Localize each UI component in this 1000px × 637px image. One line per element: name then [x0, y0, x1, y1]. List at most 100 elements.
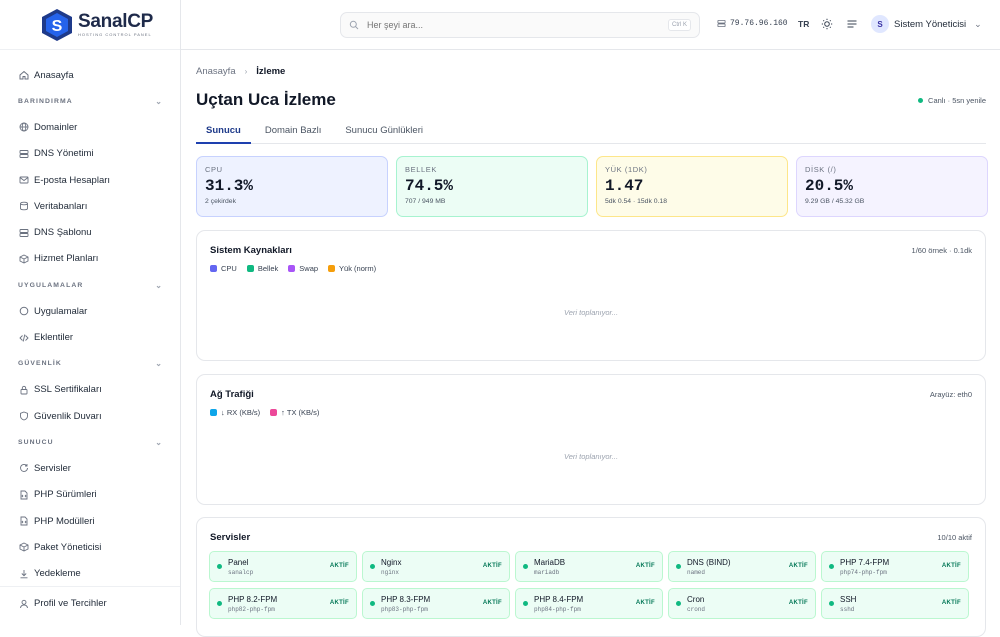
section-label: BARINDIRMA	[18, 97, 73, 105]
service-item[interactable]: PHP 8.2-FPM php82-php-fpm AKTİF	[209, 588, 357, 619]
server-icon	[19, 228, 29, 238]
section-label: UYGULAMALAR	[18, 281, 84, 289]
tab-logs[interactable]: Sunucu Günlükleri	[335, 122, 433, 144]
server-icon	[19, 149, 29, 159]
service-item[interactable]: PHP 7.4-FPM php74-php-fpm AKTİF	[821, 551, 969, 582]
legend-item[interactable]: ↓ RX (KB/s)	[210, 408, 260, 417]
status-dot-icon	[523, 564, 528, 569]
legend-item[interactable]: ↑ TX (KB/s)	[270, 408, 319, 417]
menu-icon[interactable]	[846, 18, 858, 30]
service-name: Panel	[228, 557, 249, 567]
status-badge: AKTİF	[788, 600, 808, 606]
service-item[interactable]: PHP 8.4-FPM php84-php-fpm AKTİF	[515, 588, 663, 619]
stat-card-load: YÜK (1DK) 1.47 5dk 0.54 · 15dk 0.18	[596, 156, 788, 217]
user-menu[interactable]: S Sistem Yöneticisi ⌄	[871, 15, 982, 33]
legend-label: Swap	[299, 264, 319, 273]
breadcrumb-home[interactable]: Anasayfa	[196, 66, 236, 77]
legend-label: ↑ TX (KB/s)	[281, 408, 320, 417]
legend-item[interactable]: Bellek	[246, 264, 278, 273]
sidebar-item-packages[interactable]: Paket Yöneticisi	[0, 534, 180, 560]
section-security[interactable]: GÜVENLİK ⌄	[0, 351, 180, 377]
status-dot-icon	[676, 564, 681, 569]
service-unit: sanalcp	[228, 568, 254, 576]
file-code-icon	[19, 516, 29, 526]
sidebar-item-label: Güvenlik Duvarı	[34, 410, 102, 422]
sidebar-item-label: Profil ve Tercihler	[34, 598, 107, 610]
svg-text:S: S	[52, 18, 63, 35]
legend-item[interactable]: Yük (norm)	[328, 264, 376, 273]
live-indicator: Canlı · 5sn yenile	[918, 96, 986, 105]
search-input[interactable]	[367, 20, 668, 30]
sidebar-item-domains[interactable]: Domainler	[0, 114, 180, 140]
sidebar-item-dns[interactable]: DNS Yönetimi	[0, 141, 180, 167]
stat-sub: 5dk 0.54 · 15dk 0.18	[605, 198, 667, 205]
sidebar-item-profile[interactable]: Profil ve Tercihler	[0, 591, 180, 617]
sidebar-item-databases[interactable]: Veritabanları	[0, 193, 180, 219]
code-icon	[19, 333, 29, 343]
stat-label: YÜK (1DK)	[605, 165, 648, 174]
card-title: Ağ Trafiği	[210, 389, 254, 400]
service-unit: php83-php-fpm	[381, 605, 428, 613]
service-unit: sshd	[840, 605, 855, 613]
section-apps[interactable]: UYGULAMALAR ⌄	[0, 272, 180, 298]
sidebar-item-label: PHP Modülleri	[34, 515, 95, 527]
status-badge: AKTİF	[329, 563, 349, 569]
sidebar-item-php-versions[interactable]: PHP Sürümleri	[0, 482, 180, 508]
legend-item[interactable]: CPU	[210, 264, 237, 273]
sidebar-item-home[interactable]: Anasayfa	[0, 62, 180, 88]
live-text: Canlı · 5sn yenile	[928, 96, 986, 105]
status-dot-icon	[829, 564, 834, 569]
sidebar-item-php-modules[interactable]: PHP Modülleri	[0, 508, 180, 534]
tab-server[interactable]: Sunucu	[196, 122, 251, 144]
legend-swatch	[210, 265, 217, 272]
status-dot-icon	[676, 601, 681, 606]
status-badge: AKTİF	[788, 563, 808, 569]
card-title: Servisler	[210, 532, 251, 543]
legend-swatch	[246, 265, 254, 272]
legend-swatch	[210, 409, 217, 416]
service-item[interactable]: DNS (BIND) named AKTİF	[668, 551, 816, 582]
brand-logo[interactable]: S SanalCP HOSTING CONTROL PANEL	[0, 0, 180, 50]
tabs: Sunucu Domain Bazlı Sunucu Günlükleri	[196, 122, 986, 144]
legend-swatch	[328, 265, 336, 272]
sidebar-item-apps[interactable]: Uygulamalar	[0, 298, 180, 324]
legend-label: CPU	[221, 264, 237, 273]
service-item[interactable]: SSH sshd AKTİF	[821, 588, 969, 619]
sidebar-item-dns-template[interactable]: DNS Şablonu	[0, 219, 180, 245]
service-item[interactable]: Nginx nginx AKTİF	[362, 551, 510, 582]
section-server[interactable]: SUNUCU ⌄	[0, 429, 180, 455]
logo-icon: S	[42, 8, 72, 41]
circle-icon	[19, 306, 29, 316]
sidebar-item-backup[interactable]: Yedekleme	[0, 560, 180, 586]
sidebar-item-plans[interactable]: Hizmet Planları	[0, 246, 180, 272]
status-badge: AKTİF	[941, 563, 961, 569]
service-unit: nginx	[381, 568, 400, 576]
sidebar-item-plugins[interactable]: Eklentiler	[0, 324, 180, 350]
section-label: SUNUCU	[18, 438, 54, 446]
service-item[interactable]: Cron crond AKTİF	[668, 588, 816, 619]
service-name: PHP 8.2-FPM	[228, 594, 278, 604]
search-box[interactable]: Ctrl K	[340, 12, 700, 38]
status-badge: AKTİF	[635, 563, 655, 569]
globe-icon	[19, 122, 29, 132]
sidebar-nav: Anasayfa BARINDIRMA ⌄ Domainler DNS Yönet…	[0, 50, 180, 587]
status-dot-icon	[217, 601, 222, 606]
legend-item[interactable]: Swap	[288, 264, 318, 273]
card-meta: 1/60 örnek · 0.1dk	[911, 246, 972, 255]
tab-domain[interactable]: Domain Bazlı	[255, 122, 332, 144]
service-item[interactable]: MariaDB mariadb AKTİF	[515, 551, 663, 582]
card-meta: Arayüz: eth0	[929, 390, 972, 399]
service-item[interactable]: PHP 8.3-FPM php83-php-fpm AKTİF	[362, 588, 510, 619]
card-title: Sistem Kaynakları	[210, 245, 292, 256]
sidebar-item-email[interactable]: E-posta Hesapları	[0, 167, 180, 193]
sidebar-item-ssl[interactable]: SSL Sertifikaları	[0, 377, 180, 403]
card-meta: 10/10 aktif	[937, 533, 972, 542]
section-hosting[interactable]: BARINDIRMA ⌄	[0, 88, 180, 114]
sidebar-item-services[interactable]: Servisler	[0, 455, 180, 481]
sidebar-item-firewall[interactable]: Güvenlik Duvarı	[0, 403, 180, 429]
service-name: DNS (BIND)	[687, 557, 731, 567]
service-item[interactable]: Panel sanalcp AKTİF	[209, 551, 357, 582]
sun-icon[interactable]	[821, 18, 833, 30]
status-badge: AKTİF	[482, 600, 502, 606]
language-switch[interactable]: TR	[798, 19, 809, 29]
